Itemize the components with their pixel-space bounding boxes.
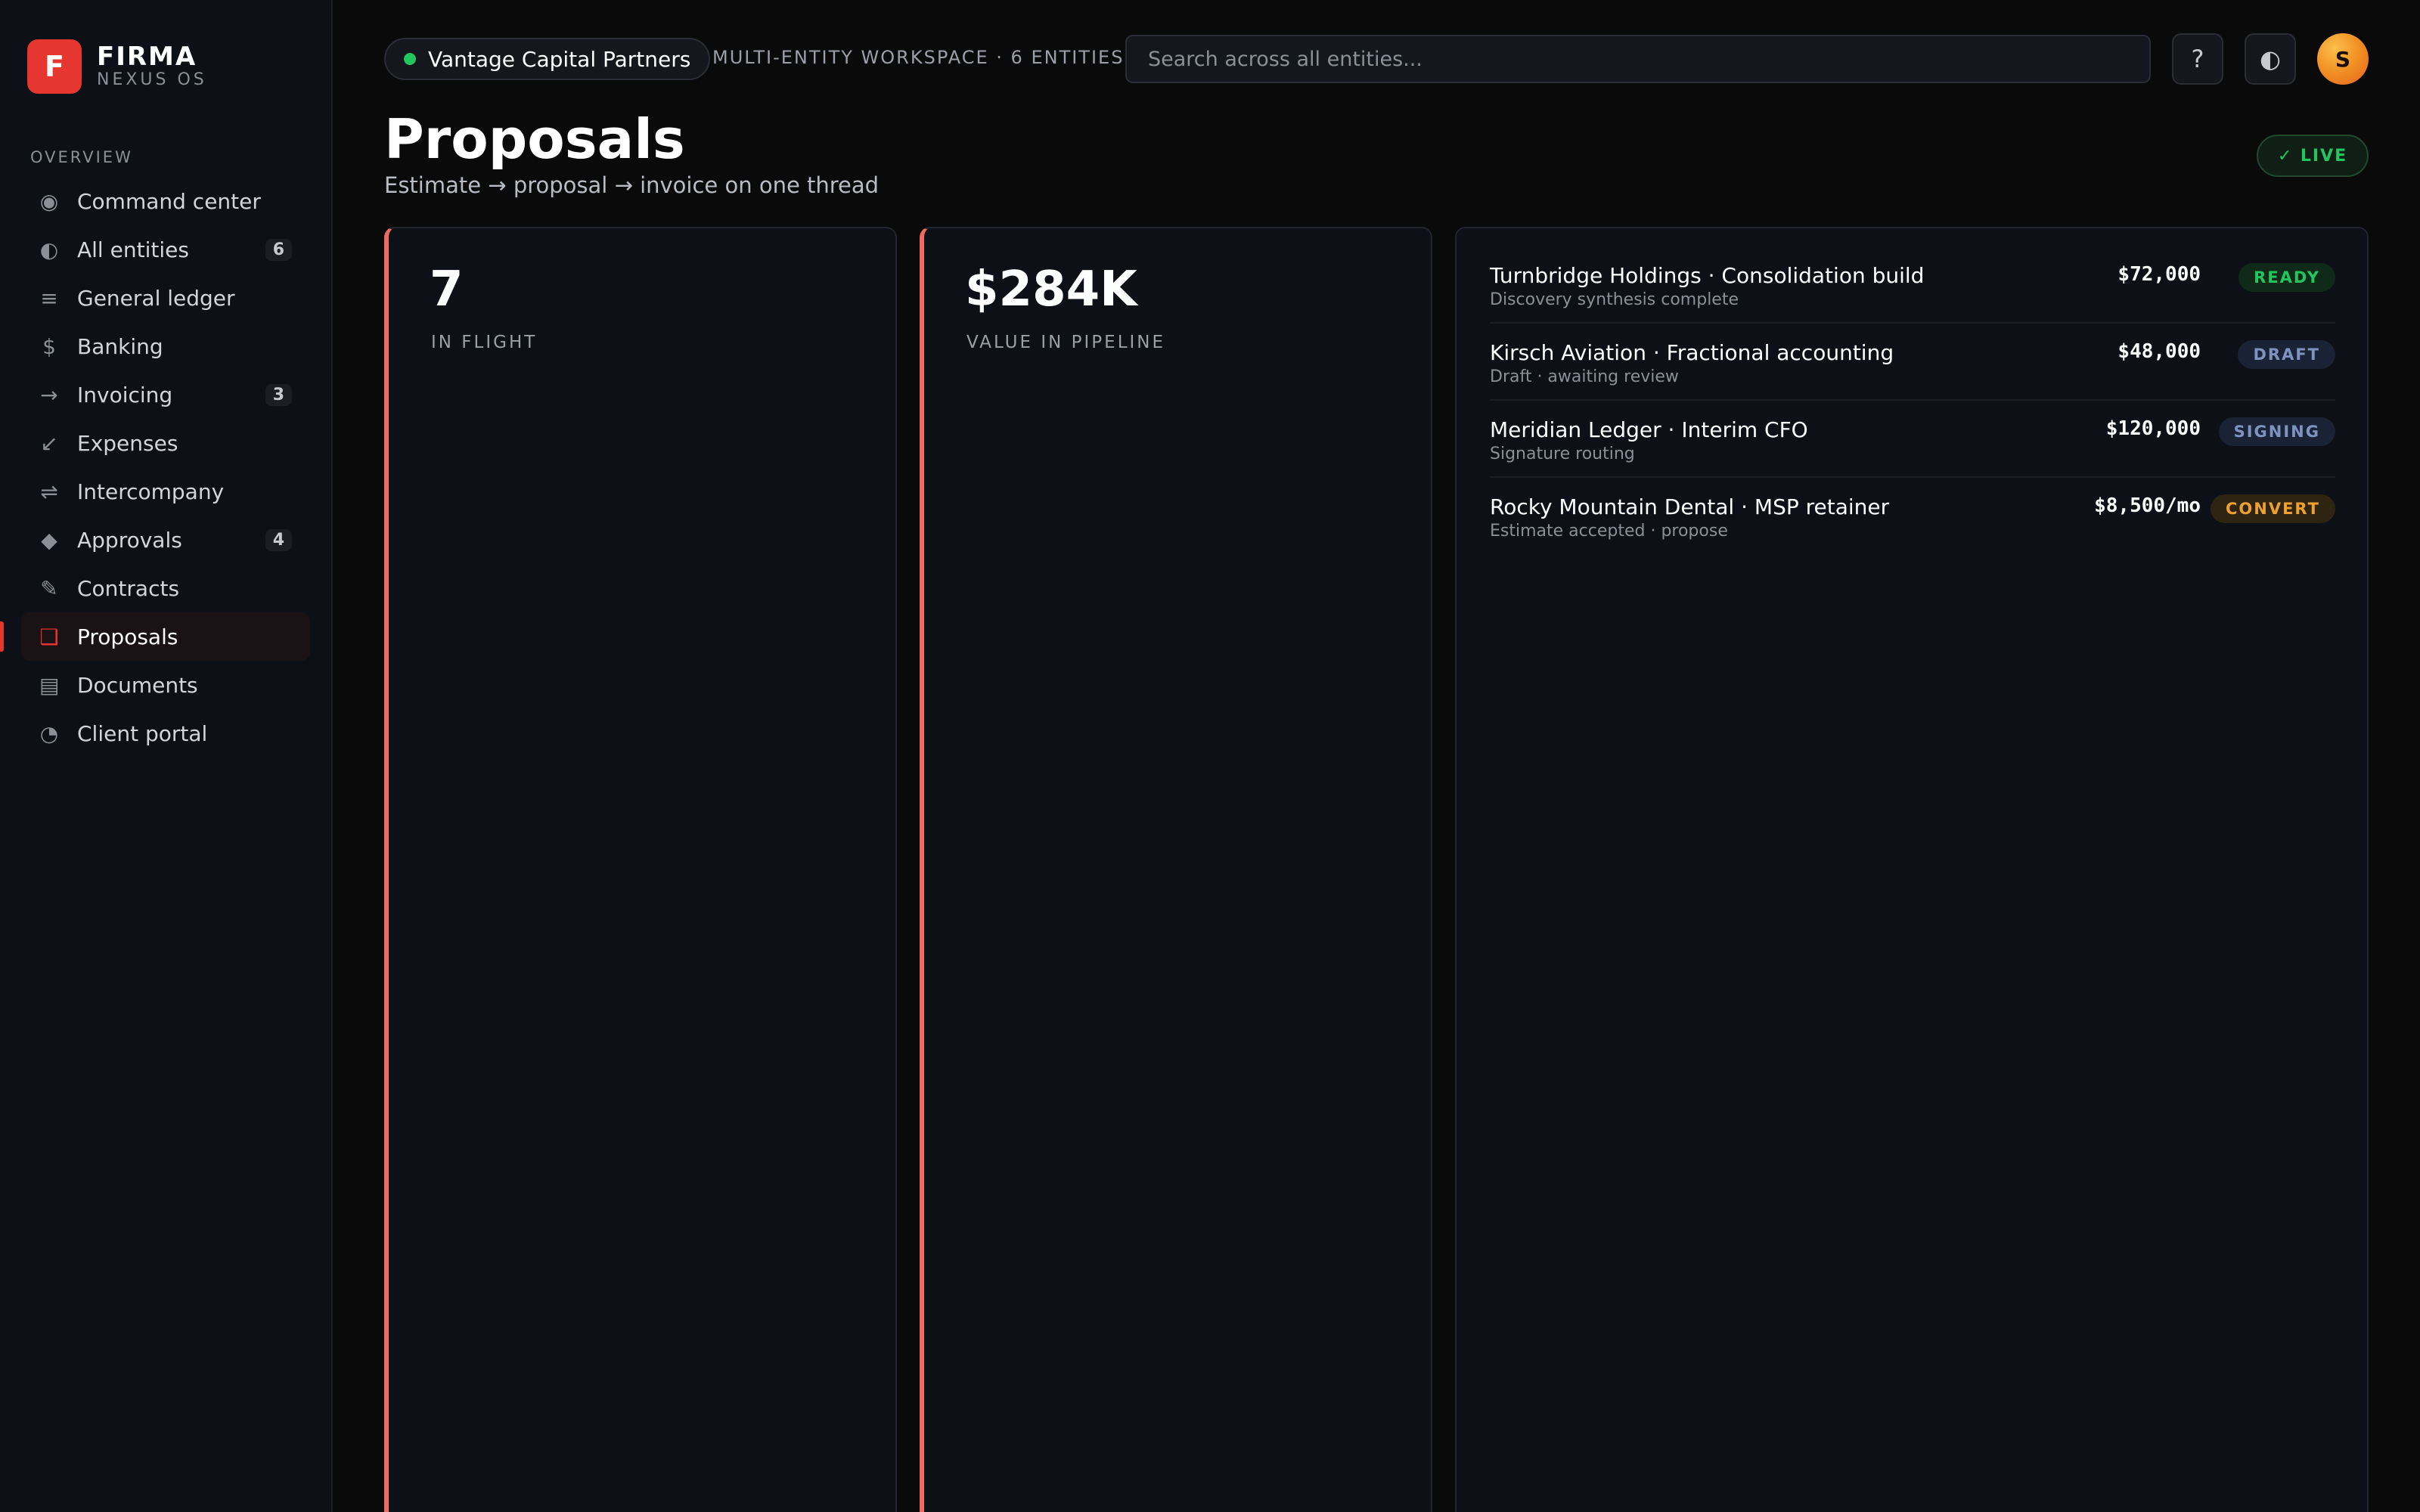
avatar[interactable]: S (2317, 33, 2369, 85)
document-icon: ▤ (39, 672, 60, 698)
proposal-subtitle: Draft · awaiting review (1490, 367, 1679, 386)
sidebar-item-general-ledger[interactable]: ≡ General ledger (21, 274, 310, 322)
sidebar-item-command-center[interactable]: ◉ Command center (21, 177, 310, 225)
sidebar-item-expenses[interactable]: ↙ Expenses (21, 419, 310, 467)
count-badge: 4 (265, 528, 292, 551)
entity-name: Vantage Capital Partners (428, 46, 691, 72)
count-badge: 6 (265, 238, 292, 261)
section-label-overview: OVERVIEW (30, 148, 133, 166)
sidebar-item-contracts[interactable]: ✎ Contracts (21, 564, 310, 612)
sidebar-item-approvals[interactable]: ◆ Approvals 4 (21, 516, 310, 564)
swap-icon: ⇌ (40, 479, 58, 504)
sidebar: F FIRMA NEXUS OS OVERVIEW ◉ Command cente… (0, 0, 333, 1512)
stat-card-pipeline-value: $284K VALUE IN PIPELINE (920, 227, 1432, 1512)
target-icon: ◉ (39, 188, 59, 214)
search-input[interactable] (1125, 35, 2151, 83)
sidebar-item-banking[interactable]: $ Banking (21, 322, 310, 370)
sidebar-item-label: Proposals (77, 624, 178, 649)
entity-switcher[interactable]: Vantage Capital Partners (384, 38, 711, 80)
proposal-row[interactable]: Rocky Mountain Dental · MSP retainer Esti… (1490, 478, 2335, 555)
proposal-amount: $120,000 (2105, 417, 2201, 440)
proposal-amount: $48,000 (2118, 340, 2201, 363)
pen-icon: ✎ (40, 575, 58, 601)
sidebar-item-label: Invoicing (77, 382, 173, 407)
page-subtitle: Estimate → proposal → invoice on one thr… (384, 172, 880, 198)
brand-subtitle: NEXUS OS (97, 70, 207, 89)
proposal-title: Meridian Ledger · Interim CFO (1490, 417, 1808, 442)
sidebar-item-label: Approvals (77, 527, 182, 553)
brand-text: FIRMA NEXUS OS (97, 43, 207, 90)
sidebar-item-documents[interactable]: ▤ Documents (21, 661, 310, 709)
stat-value: $284K (965, 262, 1137, 318)
sidebar-item-label: Banking (77, 333, 163, 359)
stat-card-in-flight: 7 IN FLIGHT (384, 227, 897, 1512)
proposal-row[interactable]: Turnbridge Holdings · Consolidation buil… (1490, 246, 2335, 324)
sidebar-item-label: Client portal (77, 720, 208, 746)
lines-icon: ≡ (40, 285, 58, 311)
status-badge: DRAFT (2238, 340, 2335, 369)
sidebar-item-intercompany[interactable]: ⇌ Intercompany (21, 467, 310, 516)
live-status-badge: ✓ LIVE (2257, 135, 2369, 177)
stat-label: IN FLIGHT (431, 333, 538, 352)
square-icon: ❑ (39, 624, 59, 649)
proposals-list: Turnbridge Holdings · Consolidation buil… (1455, 227, 2369, 1512)
brand-logo: F (27, 39, 82, 94)
sidebar-item-all-entities[interactable]: ◐ All entities 6 (21, 225, 310, 274)
proposal-title: Rocky Mountain Dental · MSP retainer (1490, 494, 1890, 519)
proposal-row[interactable]: Kirsch Aviation · Fractional accounting D… (1490, 324, 2335, 401)
sidebar-item-label: Intercompany (77, 479, 225, 504)
brand[interactable]: F FIRMA NEXUS OS (27, 39, 207, 94)
sidebar-item-proposals[interactable]: ❑ Proposals (0, 612, 310, 661)
sidebar-nav: ◉ Command center ◐ All entities 6 ≡ General le… (0, 177, 310, 758)
status-badge: READY (2238, 263, 2335, 292)
status-badge: SIGNING (2218, 417, 2335, 446)
arrow-right-icon: → (40, 382, 58, 407)
proposal-subtitle: Estimate accepted · propose (1490, 522, 1728, 541)
brand-name: FIRMA (97, 42, 197, 72)
page-title: Proposals (384, 107, 685, 171)
stat-label: VALUE IN PIPELINE (966, 333, 1166, 352)
proposal-subtitle: Discovery synthesis complete (1490, 290, 1739, 309)
diamond-icon: ◆ (41, 527, 57, 553)
help-icon: ? (2191, 45, 2204, 73)
status-badge: CONVERT (2211, 494, 2335, 523)
theme-icon: ◐ (2260, 45, 2281, 73)
sidebar-item-label: Contracts (77, 575, 180, 601)
sidebar-item-invoicing[interactable]: → Invoicing 3 (21, 370, 310, 419)
proposal-title: Kirsch Aviation · Fractional accounting (1490, 340, 1894, 365)
active-indicator (0, 621, 4, 652)
proposal-amount: $8,500/mo (2094, 494, 2201, 517)
sidebar-item-label: Expenses (77, 430, 178, 456)
sidebar-item-label: Documents (77, 672, 198, 698)
proposal-row[interactable]: Meridian Ledger · Interim CFO Signature r… (1490, 401, 2335, 478)
entity-status-dot (404, 53, 416, 65)
sidebar-item-label: Command center (77, 188, 261, 214)
theme-toggle-button[interactable]: ◐ (2245, 33, 2296, 85)
sidebar-item-client-portal[interactable]: ◔ Client portal (21, 709, 310, 758)
workspace-label: MULTI-ENTITY WORKSPACE · 6 ENTITIES (712, 47, 1125, 68)
proposal-subtitle: Signature routing (1490, 445, 1635, 463)
arrow-down-left-icon: ↙ (40, 430, 58, 456)
quarter-circle-icon: ◔ (39, 720, 59, 746)
proposal-amount: $72,000 (2118, 263, 2201, 286)
sidebar-item-label: All entities (77, 237, 189, 262)
dollar-icon: $ (42, 333, 56, 359)
count-badge: 3 (265, 383, 292, 406)
half-circle-icon: ◐ (39, 237, 59, 262)
proposal-title: Turnbridge Holdings · Consolidation buil… (1490, 263, 1925, 288)
stat-value: 7 (430, 262, 464, 318)
sidebar-item-label: General ledger (77, 285, 235, 311)
help-button[interactable]: ? (2172, 33, 2223, 85)
